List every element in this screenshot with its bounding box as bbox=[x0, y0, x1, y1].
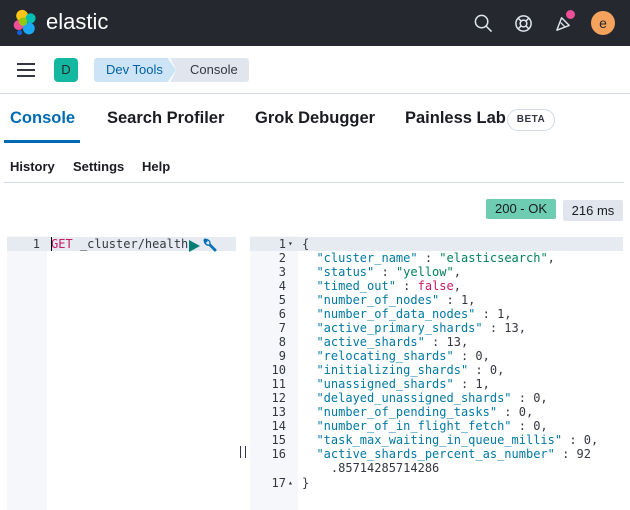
line-number: 15 bbox=[271, 433, 286, 447]
tab-console[interactable]: Console bbox=[10, 109, 75, 128]
response-line: "unassigned_shards" : 1, bbox=[316, 377, 490, 391]
response-line: "relocating_shards" : 0, bbox=[316, 349, 490, 363]
response-line: "number_of_pending_tasks" : 0, bbox=[316, 405, 534, 419]
response-line: "status" : "yellow", bbox=[316, 265, 461, 279]
help-link[interactable]: Help bbox=[142, 159, 170, 174]
response-line: } bbox=[302, 476, 310, 490]
line-number: 4 bbox=[278, 279, 286, 293]
breadcrumb-console: Console bbox=[170, 58, 249, 82]
line-number: 1 bbox=[32, 237, 40, 251]
notification-dot bbox=[566, 10, 575, 19]
brand-name[interactable]: elastic bbox=[46, 9, 108, 35]
response-line: "timed_out" : false, bbox=[316, 279, 461, 293]
breadcrumb-bar: D Dev Tools Console bbox=[0, 46, 630, 94]
line-number: 2 bbox=[278, 251, 286, 265]
line-number: 11 bbox=[271, 377, 286, 391]
response-line: "task_max_waiting_in_queue_millis" : 0, bbox=[316, 433, 599, 447]
response-line: "initializing_shards" : 0, bbox=[316, 363, 505, 377]
console-menu: History Settings Help bbox=[0, 143, 630, 183]
elastic-logo-icon[interactable] bbox=[12, 9, 39, 36]
response-line: "active_shards_percent_as_number" : 92 bbox=[316, 447, 591, 461]
response-editor[interactable]: 1 ▾{2 "cluster_name" : "elasticsearch", 3 … bbox=[250, 236, 623, 510]
wrench-icon[interactable] bbox=[202, 237, 218, 253]
settings-link[interactable]: Settings bbox=[73, 159, 124, 174]
fold-toggle-icon[interactable]: ▾ bbox=[288, 237, 293, 251]
line-number: 1 bbox=[278, 237, 286, 251]
request-path: _cluster/health bbox=[72, 237, 189, 251]
top-header: elastic e bbox=[0, 0, 630, 46]
divider bbox=[4, 182, 624, 183]
line-number: 10 bbox=[271, 363, 286, 377]
user-avatar[interactable]: e bbox=[591, 11, 615, 35]
fold-toggle-icon[interactable]: ▴ bbox=[288, 476, 293, 490]
line-number: 16 bbox=[271, 447, 286, 461]
help-icon[interactable] bbox=[512, 12, 534, 34]
send-request-icon[interactable] bbox=[189, 240, 200, 252]
line-number: 17 bbox=[271, 476, 286, 490]
beta-badge: BETA bbox=[507, 109, 555, 131]
line-number: 6 bbox=[278, 307, 286, 321]
text-cursor bbox=[51, 237, 52, 251]
history-link[interactable]: History bbox=[10, 159, 55, 174]
response-line: "number_of_data_nodes" : 1, bbox=[316, 307, 512, 321]
response-line: "cluster_name" : "elasticsearch", bbox=[316, 251, 555, 265]
request-gutter bbox=[7, 236, 47, 510]
response-line: "delayed_unassigned_shards" : 0, bbox=[316, 391, 548, 405]
line-number: 14 bbox=[271, 419, 286, 433]
breadcrumb-dev-tools[interactable]: Dev Tools bbox=[94, 58, 176, 82]
line-number: 3 bbox=[278, 265, 286, 279]
request-line[interactable]: GET _cluster/health bbox=[51, 237, 188, 251]
search-icon[interactable] bbox=[472, 12, 494, 34]
space-avatar[interactable]: D bbox=[54, 58, 78, 82]
request-editor[interactable]: 1 GET _cluster/health bbox=[7, 236, 236, 510]
line-number: 8 bbox=[278, 335, 286, 349]
line-number: 5 bbox=[278, 293, 286, 307]
line-number: 13 bbox=[271, 405, 286, 419]
response-line: .85714285714286 bbox=[302, 461, 440, 475]
request-method: GET bbox=[51, 237, 73, 251]
status-code-badge: 200 - OK bbox=[486, 199, 556, 219]
line-number: 7 bbox=[278, 321, 286, 335]
response-line: { bbox=[302, 237, 310, 251]
response-line: "number_of_in_flight_fetch" : 0, bbox=[316, 419, 548, 433]
response-line: "active_primary_shards" : 13, bbox=[316, 321, 526, 335]
tab-search-profiler[interactable]: Search Profiler bbox=[107, 109, 224, 128]
response-line: "active_shards" : 13, bbox=[316, 335, 469, 349]
panel-resizer[interactable] bbox=[240, 446, 246, 458]
line-number: 9 bbox=[278, 349, 286, 363]
menu-toggle-icon[interactable] bbox=[17, 63, 35, 77]
line-number: 12 bbox=[271, 391, 286, 405]
request-time-badge: 216 ms bbox=[563, 200, 623, 221]
devtools-tabs: Console Search Profiler Grok Debugger Pa… bbox=[0, 94, 630, 143]
tab-painless-lab[interactable]: Painless Lab bbox=[405, 109, 506, 128]
response-line: "number_of_nodes" : 1, bbox=[316, 293, 476, 307]
tab-grok-debugger[interactable]: Grok Debugger bbox=[255, 109, 375, 128]
